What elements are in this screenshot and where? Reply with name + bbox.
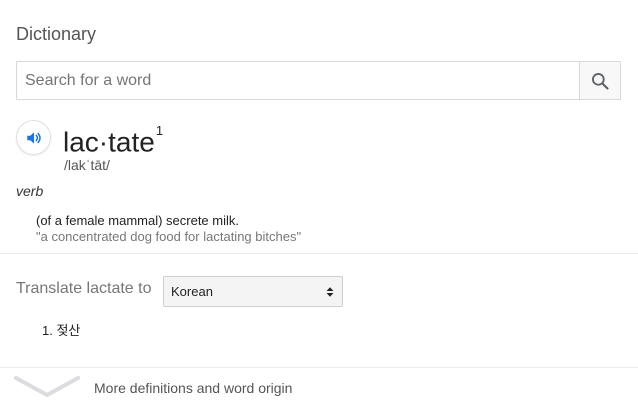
search-input[interactable] — [17, 62, 579, 99]
search-icon — [592, 72, 609, 90]
example-sentence: "a concentrated dog food for lactating b… — [36, 229, 302, 244]
section-divider — [0, 253, 638, 254]
pronunciation-button[interactable] — [16, 120, 51, 155]
part-of-speech: verb — [16, 183, 44, 199]
selected-language: Korean — [171, 284, 213, 299]
language-select[interactable]: Korean — [163, 276, 343, 307]
headword-superscript: 1 — [155, 123, 164, 138]
headword-text: lac·tate — [63, 126, 155, 158]
more-definitions-link[interactable]: More definitions and word origin — [94, 380, 292, 396]
definition-text: (of a female mammal) secrete milk. — [36, 213, 239, 228]
speaker-icon — [26, 131, 41, 144]
translation-result: 1. 젖산 — [42, 323, 81, 338]
expand-button[interactable] — [14, 376, 80, 405]
select-arrows-icon — [326, 286, 334, 297]
dictionary-title: Dictionary — [16, 24, 97, 44]
dictionary-card: Dictionary lac·tate1 /lakˈtāt/ verb (of … — [0, 0, 638, 408]
translate-label: Translate lactate to — [16, 280, 152, 297]
section-divider — [0, 367, 638, 368]
headword: lac·tate1 — [63, 120, 163, 159]
phonetic-spelling: /lakˈtāt/ — [64, 157, 110, 173]
search-button[interactable] — [579, 62, 620, 99]
chevron-down-icon — [14, 376, 80, 397]
search-box — [16, 61, 621, 100]
